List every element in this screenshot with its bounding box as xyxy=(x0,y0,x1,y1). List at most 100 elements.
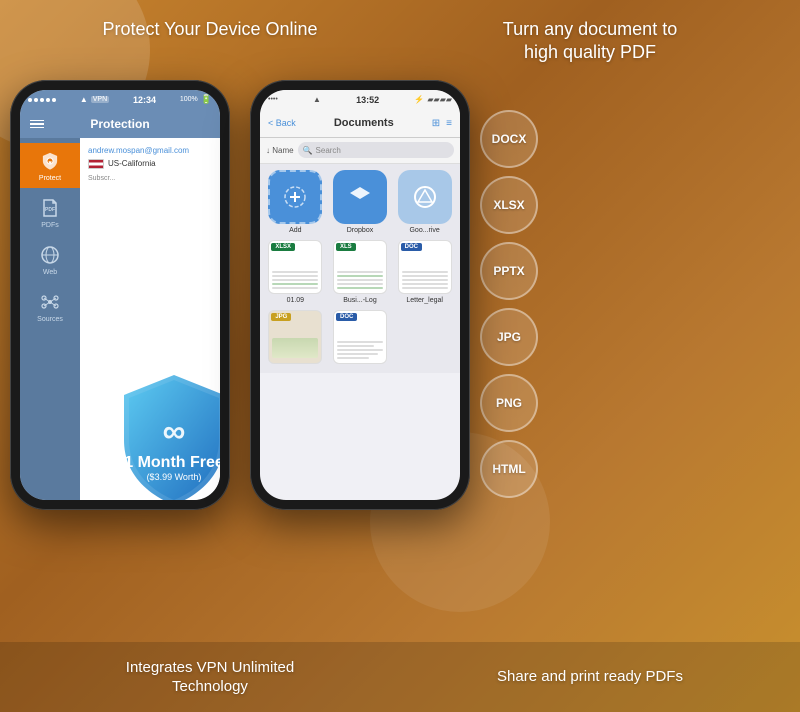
main-content: ▲ VPN 12:34 100% 🔋 Protection xyxy=(0,75,800,538)
docs-toolbar: ↓ Name 🔍 Search xyxy=(260,138,460,164)
google-drive-label: Goo...rive xyxy=(409,227,439,234)
shield-overlay: ∞ 1 Month Free ($3.99 Worth) xyxy=(114,370,220,500)
sort-button[interactable]: ↓ Name xyxy=(266,146,294,155)
battery-area-1: 100% 🔋 xyxy=(180,94,212,105)
infinity-icon: ∞ xyxy=(124,413,220,450)
bottom-right: Share and print ready PDFs xyxy=(400,650,780,704)
nav-title-1: Protection xyxy=(90,117,149,131)
svg-text:PDF: PDF xyxy=(45,207,55,213)
sidebar-pdfs[interactable]: PDF PDFs xyxy=(20,190,80,235)
svg-text:♥: ♥ xyxy=(48,160,52,166)
sidebar-sources-label: Sources xyxy=(37,316,63,323)
file-lines-2 xyxy=(337,271,383,291)
battery-icon: 🔋 xyxy=(201,94,212,105)
vpn-badge: VPN xyxy=(91,96,109,103)
xls-label: Busi...-Log xyxy=(343,297,376,304)
time-display-2: 13:52 xyxy=(356,95,379,105)
badge-jpg: JPG xyxy=(480,308,538,366)
xlsx-thumb: XLSX xyxy=(268,240,322,294)
bottom-section: Integrates VPN UnlimitedTechnology Share… xyxy=(0,642,800,712)
add-icon-container xyxy=(268,170,322,224)
sources-icon xyxy=(38,290,62,314)
doc2-badge: DOC xyxy=(336,313,357,321)
top-right-title: Turn any document tohigh quality PDF xyxy=(400,18,780,65)
phone1-body: ♥ Protect PDF xyxy=(20,138,220,500)
phone-1-mockup: ▲ VPN 12:34 100% 🔋 Protection xyxy=(10,80,230,510)
web-icon xyxy=(38,243,62,267)
search-icon: 🔍 xyxy=(303,146,313,155)
list-view-icon[interactable]: ≡ xyxy=(446,118,452,129)
signal-dots xyxy=(28,98,56,102)
promo-line1: 1 Month Free xyxy=(124,454,220,472)
dropbox-icon-container xyxy=(333,170,387,224)
shield-promo: ∞ 1 Month Free ($3.99 Worth) xyxy=(114,370,220,500)
badge-pptx: PPTX xyxy=(480,242,538,300)
file-lines-1 xyxy=(272,271,318,291)
flag-icon xyxy=(88,159,104,169)
xlsx-badge: XLSX xyxy=(271,243,295,251)
subscribe-label: Subscr... xyxy=(88,175,212,182)
search-bar[interactable]: 🔍 Search xyxy=(298,142,454,158)
doc-letter[interactable]: DOC Letter_legal xyxy=(395,240,454,304)
doc-letter-label: Letter_legal xyxy=(406,297,443,304)
google-drive-icon-container xyxy=(398,170,452,224)
sidebar: ♥ Protect PDF xyxy=(20,138,80,500)
jpg-thumb: JPG xyxy=(268,310,322,364)
docs-nav: < Back Documents ⊞ ≡ xyxy=(260,110,460,138)
doc-google-drive[interactable]: Goo...rive xyxy=(395,170,454,234)
doc-doc2[interactable]: DOC xyxy=(331,310,390,367)
status-bar-1: ▲ VPN 12:34 100% 🔋 xyxy=(20,90,220,110)
doc-xls[interactable]: XLS Busi...-Log xyxy=(331,240,390,304)
pdf-icon: PDF xyxy=(38,196,62,220)
doc-dropbox[interactable]: Dropbox xyxy=(331,170,390,234)
promo-line2: ($3.99 Worth) xyxy=(124,472,220,482)
sidebar-web[interactable]: Web xyxy=(20,237,80,282)
battery-text: 100% xyxy=(180,96,198,103)
shield-promo-text: ∞ 1 Month Free ($3.99 Worth) xyxy=(124,413,220,482)
xlsx-label: 01.09 xyxy=(287,297,305,304)
dropbox-label: Dropbox xyxy=(347,227,373,234)
sidebar-pdfs-label: PDFs xyxy=(41,222,59,229)
sidebar-protect-label: Protect xyxy=(39,175,61,182)
search-placeholder: Search xyxy=(316,146,341,155)
phone-2-screen: •••• ▲ 13:52 ⚡ ▰▰▰▰ < Back Documents xyxy=(260,90,460,500)
signal-dots-2: •••• xyxy=(268,96,278,103)
file-lines-4 xyxy=(337,341,383,361)
hamburger-icon[interactable] xyxy=(30,120,44,129)
xls-thumb: XLS xyxy=(333,240,387,294)
sidebar-sources[interactable]: Sources xyxy=(20,284,80,329)
location-text: US-California xyxy=(108,159,156,168)
docs-grid: Add Dropbox xyxy=(260,164,460,373)
phone-1-screen: ▲ VPN 12:34 100% 🔋 Protection xyxy=(20,90,220,500)
wifi-icon: ▲ xyxy=(80,95,88,104)
status-bar-2: •••• ▲ 13:52 ⚡ ▰▰▰▰ xyxy=(260,90,460,110)
phone1-main: andrew.mospan@gmail.com US-California Su… xyxy=(80,138,220,500)
back-button[interactable]: < Back xyxy=(268,118,296,128)
badge-docx: DOCX xyxy=(480,110,538,168)
sidebar-web-label: Web xyxy=(43,269,57,276)
battery-icon-2: ▰▰▰▰ xyxy=(427,95,452,104)
protect-icon: ♥ xyxy=(38,149,62,173)
doc-add[interactable]: Add xyxy=(266,170,325,234)
bottom-left-text: Integrates VPN UnlimitedTechnology xyxy=(126,658,294,697)
file-lines-3 xyxy=(402,271,448,291)
user-location: US-California xyxy=(88,159,212,169)
doc-thumb: DOC xyxy=(398,240,452,294)
background: Protect Your Device Online Turn any docu… xyxy=(0,0,800,712)
doc-xlsx[interactable]: XLSX 01.09 xyxy=(266,240,325,304)
doc2-thumb: DOC xyxy=(333,310,387,364)
docs-title: Documents xyxy=(296,117,432,129)
badge-png: PNG xyxy=(480,374,538,432)
add-label: Add xyxy=(289,227,301,234)
jpg-badge: JPG xyxy=(271,313,291,321)
nav-bar-1: Protection xyxy=(20,110,220,138)
xls-badge: XLS xyxy=(336,243,356,251)
user-email: andrew.mospan@gmail.com xyxy=(88,146,212,155)
pdf-title: Turn any document tohigh quality PDF xyxy=(400,18,780,65)
wifi-icon-2: ▲ xyxy=(313,95,321,104)
grid-view-icon[interactable]: ⊞ xyxy=(432,118,440,129)
phone-2-mockup: •••• ▲ 13:52 ⚡ ▰▰▰▰ < Back Documents xyxy=(250,80,470,510)
sidebar-protect[interactable]: ♥ Protect xyxy=(20,143,80,188)
bottom-left: Integrates VPN UnlimitedTechnology xyxy=(20,650,400,704)
doc-jpg[interactable]: JPG xyxy=(266,310,325,367)
